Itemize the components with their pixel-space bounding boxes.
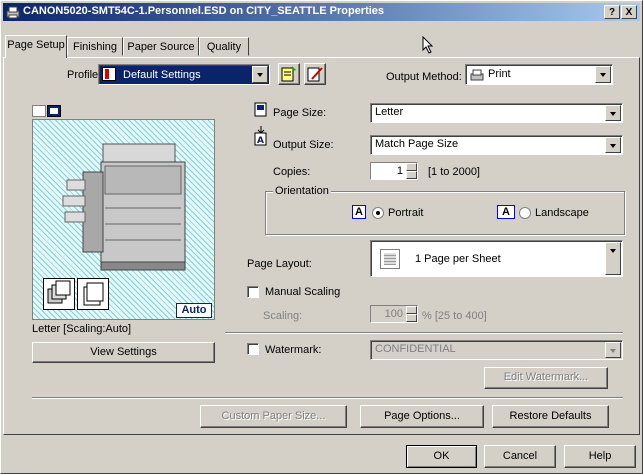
page-size-icon xyxy=(254,102,267,117)
page-options-button[interactable]: Page Options... xyxy=(360,405,484,428)
profile-label: Profile: xyxy=(67,69,102,81)
ok-button[interactable]: OK xyxy=(406,445,477,468)
printer-image xyxy=(62,143,186,271)
tab-paper-source[interactable]: Paper Source xyxy=(123,37,199,56)
cancel-button[interactable]: Cancel xyxy=(484,445,556,468)
preview-status: Letter [Scaling:Auto] xyxy=(32,323,132,335)
close-button[interactable]: X xyxy=(621,5,637,19)
chevron-down-icon[interactable] xyxy=(605,242,621,275)
output-size-select[interactable]: Match Page Size xyxy=(370,135,623,155)
profile-select[interactable]: Default Settings xyxy=(98,64,270,85)
landscape-a-icon: A xyxy=(497,205,515,219)
output-size-label: Output Size: xyxy=(273,139,334,151)
add-profile-button[interactable] xyxy=(278,63,300,85)
tab-quality[interactable]: Quality xyxy=(199,37,249,56)
separator xyxy=(225,332,623,334)
watermark-checkbox[interactable] xyxy=(247,343,259,355)
edit-profile-icon xyxy=(307,67,323,82)
page-layout-value: 1 Page per Sheet xyxy=(415,253,501,265)
tab-page-setup[interactable]: Page Setup xyxy=(5,35,67,58)
chevron-down-icon[interactable] xyxy=(252,66,268,83)
landscape-label[interactable]: Landscape xyxy=(535,207,589,219)
scaling-range: % [25 to 400] xyxy=(422,310,487,322)
output-size-value: Match Page Size xyxy=(375,138,459,150)
printer-preview: Auto xyxy=(32,119,215,320)
page-size-select[interactable]: Letter xyxy=(370,103,623,123)
auto-badge: Auto xyxy=(176,303,212,318)
separator xyxy=(32,397,623,399)
window-title: CANON5020-SMT54C-1.Personnel.ESD on CITY… xyxy=(23,5,385,17)
tab-finishing[interactable]: Finishing xyxy=(67,37,123,56)
profile-value: Default Settings xyxy=(123,69,201,81)
printer-icon xyxy=(6,6,20,19)
chevron-down-icon[interactable] xyxy=(605,342,621,358)
mouse-cursor-icon xyxy=(422,36,434,54)
copies-spinner[interactable]: 1 xyxy=(370,162,418,180)
page-layout-select[interactable]: 1 Page per Sheet xyxy=(370,240,623,277)
watermark-select[interactable]: CONFIDENTIAL xyxy=(370,340,623,360)
page-size-label: Page Size: xyxy=(273,107,327,119)
edit-profile-button[interactable] xyxy=(304,63,326,85)
output-method-select[interactable]: Print xyxy=(465,64,613,85)
landscape-radio[interactable] xyxy=(519,207,531,219)
help-title-button[interactable]: ? xyxy=(604,5,620,19)
output-size-icon: A xyxy=(254,126,267,146)
single-page-icon xyxy=(380,249,400,269)
chevron-down-icon[interactable] xyxy=(605,137,621,153)
page-layout-label: Page Layout: xyxy=(247,258,312,270)
manual-scaling-checkbox[interactable] xyxy=(247,286,259,298)
view-settings-button[interactable]: View Settings xyxy=(32,342,215,363)
portrait-radio[interactable] xyxy=(372,207,384,219)
title-bar[interactable]: CANON5020-SMT54C-1.Personnel.ESD on CITY… xyxy=(3,3,640,21)
preview-printer-icon[interactable] xyxy=(47,105,61,117)
svg-text:A: A xyxy=(257,136,264,146)
scaling-value: 100 xyxy=(384,308,403,320)
collate-icon xyxy=(43,278,75,310)
copies-label: Copies: xyxy=(273,166,311,178)
scaling-label: Scaling: xyxy=(263,310,303,322)
copies-range: [1 to 2000] xyxy=(428,166,480,178)
edit-watermark-button[interactable]: Edit Watermark... xyxy=(484,367,608,389)
copies-value: 1 xyxy=(396,165,403,177)
scaling-spinner[interactable]: 100 xyxy=(370,305,418,323)
orientation-label: Orientation xyxy=(273,185,331,197)
preview-page-icon[interactable] xyxy=(32,105,46,117)
chevron-down-icon[interactable] xyxy=(595,66,611,83)
scaling-spin-buttons[interactable] xyxy=(406,306,417,322)
output-method-value: Print xyxy=(488,68,511,80)
profile-doc-icon xyxy=(102,67,116,81)
page-size-value: Letter xyxy=(375,106,404,118)
portrait-label[interactable]: Portrait xyxy=(388,207,423,219)
portrait-a-icon: A xyxy=(352,205,366,219)
help-button[interactable]: Help xyxy=(564,445,636,468)
add-profile-icon xyxy=(281,66,296,82)
output-method-label: Output Method: xyxy=(386,71,462,83)
custom-paper-size-button[interactable]: Custom Paper Size... xyxy=(200,405,347,428)
manual-scaling-label[interactable]: Manual Scaling xyxy=(265,286,340,298)
chevron-down-icon[interactable] xyxy=(605,105,621,121)
watermark-value: CONFIDENTIAL xyxy=(375,343,456,355)
copies-spin-buttons[interactable] xyxy=(406,163,417,179)
page-stack-icon xyxy=(77,278,109,310)
restore-defaults-button[interactable]: Restore Defaults xyxy=(492,405,609,428)
properties-dialog: CANON5020-SMT54C-1.Personnel.ESD on CITY… xyxy=(0,0,643,474)
print-icon xyxy=(470,69,484,81)
watermark-label[interactable]: Watermark: xyxy=(265,344,321,356)
